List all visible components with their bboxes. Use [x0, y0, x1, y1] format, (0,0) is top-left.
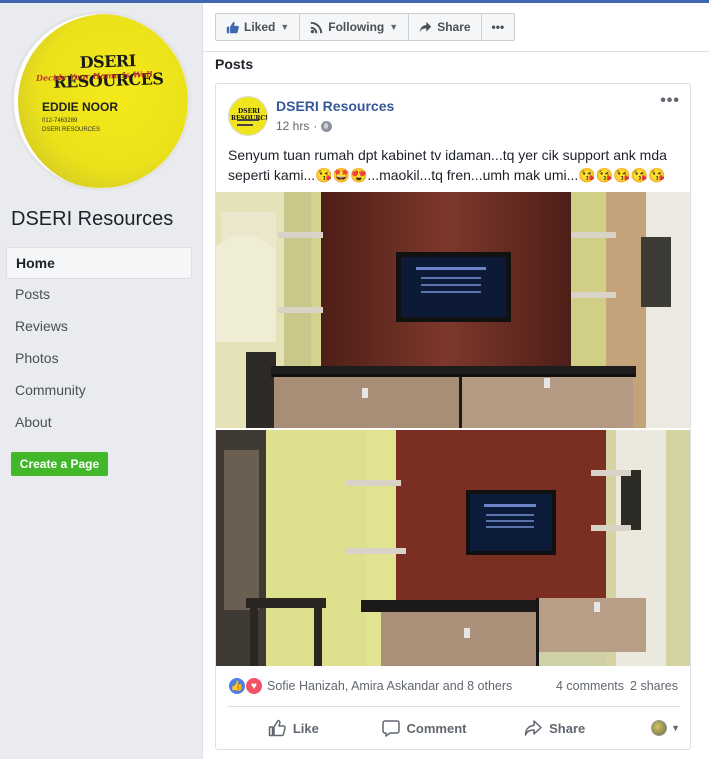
post-as-selector[interactable]: ▼: [620, 720, 680, 736]
nav-item-about[interactable]: About: [6, 407, 192, 439]
engagement-counts: 4 comments 2 shares: [556, 679, 678, 693]
page-action-bar: Liked ▼ Following ▼ Share •••: [215, 13, 516, 41]
chevron-down-icon: ▼: [671, 723, 681, 733]
profile-picture[interactable]: DSERI RESOURCES Decide Your Home Is Well…: [11, 11, 191, 191]
post-meta: 12 hrs ·: [276, 119, 333, 133]
nav-item-photos[interactable]: Photos: [6, 343, 192, 375]
like-reaction-icon: 👍: [228, 677, 246, 695]
tv-cabinet-photo-icon: [216, 430, 690, 666]
post-options-icon[interactable]: •••: [660, 92, 680, 110]
post-author-avatar[interactable]: DSERI RESOURCES: [228, 96, 268, 136]
meta-separator: ·: [313, 119, 318, 133]
following-button[interactable]: Following ▼: [300, 14, 410, 40]
divider: [228, 706, 680, 707]
post-photo-1[interactable]: [216, 192, 690, 428]
like-label: Like: [292, 720, 319, 736]
share-button[interactable]: Share: [489, 719, 620, 737]
reaction-summary[interactable]: 👍 ♥ Sofie Hanizah, Amira Askandar and 8 …: [228, 677, 512, 695]
post-author-name[interactable]: DSERI Resources: [276, 98, 394, 114]
post-action-bar: Like Comment Share ▼: [228, 712, 680, 744]
card-fb: DSERI RESOURCES: [42, 127, 101, 133]
share-label: Share: [437, 20, 471, 34]
like-button[interactable]: Like: [228, 719, 359, 737]
thumbs-up-icon: [226, 21, 239, 33]
section-title: Posts: [215, 56, 254, 72]
nav-item-posts[interactable]: Posts: [6, 279, 192, 311]
rss-icon: [311, 21, 323, 33]
mini-line: [237, 119, 259, 121]
post-photo-2[interactable]: [216, 430, 690, 666]
comment-count[interactable]: 4 comments: [556, 679, 624, 693]
post-text: Senyum tuan rumah dpt kabinet tv idaman.…: [228, 147, 667, 183]
reaction-names[interactable]: Sofie Hanizah, Amira Askandar and 8 othe…: [267, 679, 512, 693]
viewer-avatar: [651, 720, 668, 736]
page-name[interactable]: DSERI Resources: [11, 208, 173, 231]
mini-line: [237, 124, 253, 126]
card-person-name: EDDIE NOOR: [42, 100, 119, 114]
nav-item-home[interactable]: Home: [6, 247, 192, 279]
comment-label: Comment: [406, 720, 467, 736]
nav-item-reviews[interactable]: Reviews: [6, 311, 192, 343]
tv-cabinet-photo-icon: [216, 192, 690, 428]
liked-button[interactable]: Liked ▼: [216, 14, 301, 40]
main-column: Liked ▼ Following ▼ Share ••• Posts DSER…: [202, 3, 709, 759]
share-action-label: Share: [549, 720, 586, 736]
share-arrow-icon: [420, 21, 432, 32]
comment-button[interactable]: Comment: [359, 719, 490, 737]
love-reaction-icon: ♥: [245, 677, 263, 695]
post-timestamp[interactable]: 12 hrs: [276, 119, 309, 133]
left-column: DSERI RESOURCES Decide Your Home Is Well…: [0, 0, 200, 759]
share-count[interactable]: 2 shares: [630, 679, 678, 693]
thumbs-up-icon: [268, 719, 286, 737]
page-nav: Home Posts Reviews Photos Community Abou…: [6, 247, 192, 439]
chevron-down-icon: ▼: [280, 22, 290, 32]
more-options-button[interactable]: •••: [482, 14, 515, 40]
divider: [203, 51, 709, 52]
chevron-down-icon: ▼: [389, 22, 399, 32]
card-phone: 012-7463289: [42, 118, 78, 124]
globe-icon[interactable]: [321, 120, 333, 132]
more-dots-icon: •••: [491, 20, 505, 34]
business-card-image: DSERI RESOURCES Decide Your Home Is Well…: [18, 14, 188, 188]
post-card: DSERI RESOURCES DSERI Resources 12 hrs ·…: [215, 83, 691, 750]
following-label: Following: [328, 20, 385, 34]
comment-bubble-icon: [381, 720, 400, 737]
share-page-button[interactable]: Share: [409, 14, 482, 40]
share-arrow-icon: [524, 720, 542, 736]
liked-label: Liked: [244, 20, 276, 34]
create-page-button[interactable]: Create a Page: [11, 452, 108, 476]
nav-item-community[interactable]: Community: [6, 375, 192, 407]
